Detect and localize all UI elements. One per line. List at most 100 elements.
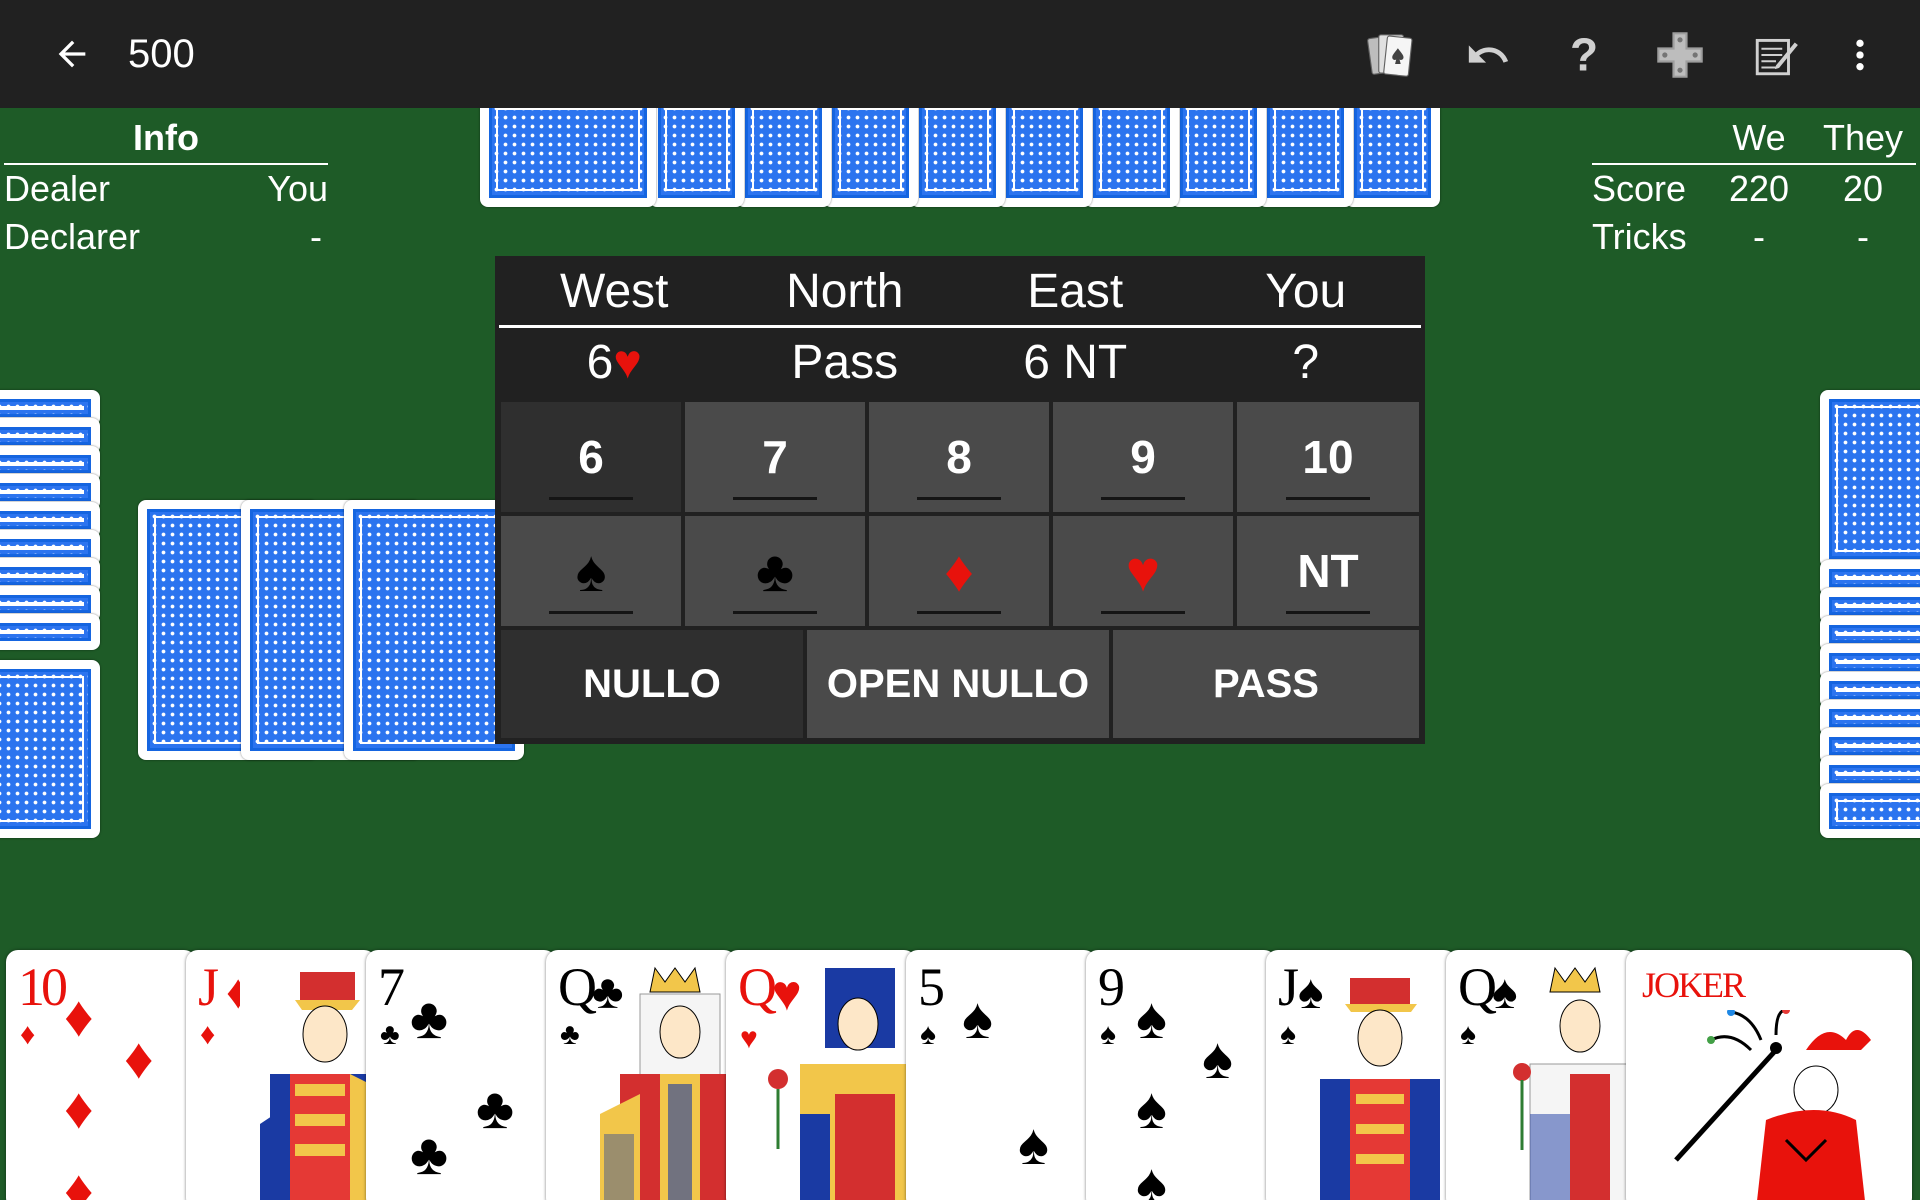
- card-9-spades[interactable]: 9 ♠ ♠ ♠ ♠ ♠: [1086, 950, 1276, 1200]
- club-icon: ♣: [380, 1018, 400, 1051]
- info-label: Declarer: [4, 216, 141, 257]
- pass-button[interactable]: PASS: [1113, 630, 1419, 738]
- spade-icon: ♠: [962, 986, 993, 1051]
- bid-suit-no-trump[interactable]: NT: [1237, 516, 1419, 626]
- app-title: 500: [128, 32, 195, 76]
- cards-icon: [1367, 34, 1413, 77]
- back-button[interactable]: [46, 30, 98, 78]
- bid-suit-spades[interactable]: ♠: [501, 516, 681, 626]
- card-5-spades[interactable]: 5 ♠ ♠ ♠: [906, 950, 1096, 1200]
- cards-button[interactable]: [1362, 27, 1418, 83]
- bid-number-label: 10: [1302, 431, 1354, 483]
- scoresheet-button[interactable]: [1748, 27, 1804, 83]
- jester-icon: [1674, 1010, 1871, 1200]
- spade-icon: ♠: [1136, 1076, 1167, 1141]
- jack-figure-icon: [240, 964, 370, 1200]
- spade-icon: ♠: [920, 1018, 936, 1051]
- bid-suit-clubs[interactable]: ♣: [685, 516, 865, 626]
- bid-number-label: 9: [1130, 431, 1156, 483]
- nullo-button[interactable]: NULLO: [501, 630, 803, 738]
- toolbar: 500 ?: [0, 0, 1920, 108]
- scoresheet-icon: [1755, 38, 1798, 76]
- info-row-declarer: Declarer -: [4, 213, 328, 261]
- info-row-dealer: Dealer You: [4, 165, 328, 213]
- open-nullo-button[interactable]: OPEN NULLO: [807, 630, 1109, 738]
- card-7-clubs[interactable]: 7 ♣ ♣ ♣ ♣: [366, 950, 556, 1200]
- east-bid: 6 NT: [1023, 336, 1128, 389]
- card-back: [1820, 390, 1920, 568]
- bid-number-label: 6: [578, 431, 604, 483]
- score-header: We They: [1592, 115, 1916, 165]
- card-back: [480, 92, 656, 207]
- score-panel: We They Score 220 20 Tricks - -: [1592, 115, 1916, 261]
- info-value: -: [310, 216, 322, 257]
- undo-icon: [1468, 45, 1509, 63]
- card-back: [1171, 92, 1266, 207]
- player-west: West: [560, 265, 669, 318]
- info-header: Info: [4, 115, 328, 165]
- card-rank: 5: [918, 957, 945, 1017]
- bid-number-10[interactable]: 10: [1237, 402, 1419, 512]
- card-queen-spades[interactable]: Q ♠ ♠: [1446, 950, 1636, 1200]
- they-column-header: They: [1822, 117, 1904, 158]
- more-menu-button[interactable]: [1832, 27, 1888, 83]
- card-joker[interactable]: JOKER: [1626, 950, 1912, 1200]
- card-queen-clubs[interactable]: Q ♣ ♣: [546, 950, 736, 1200]
- bid-number-7[interactable]: 7: [685, 402, 865, 512]
- tricks-label: Tricks: [1592, 216, 1687, 257]
- arrow-left-icon: [58, 40, 86, 68]
- diamond-icon: ♦: [20, 1018, 36, 1051]
- dpad-icon: [1657, 32, 1703, 78]
- bidding-panel: West North East You 6♥ Pass 6 NT ? 6 7 8…: [495, 256, 1425, 744]
- card-back: [649, 92, 744, 207]
- card-jack-spades[interactable]: J ♠ ♠: [1266, 950, 1456, 1200]
- west-bid-value: 6: [586, 336, 614, 389]
- card-back: [736, 92, 831, 207]
- bid-number-6[interactable]: 6: [501, 402, 681, 512]
- card-back: [997, 92, 1092, 207]
- tricks-row: Tricks - -: [1592, 213, 1916, 261]
- undo-button[interactable]: [1460, 27, 1516, 83]
- diamond-icon: ♦: [124, 1026, 154, 1091]
- card-rank: 9: [1098, 957, 1125, 1017]
- bid-number-label: 7: [762, 431, 788, 483]
- info-panel: Info Dealer You Declarer -: [4, 115, 328, 261]
- dpad-button[interactable]: [1652, 27, 1708, 83]
- diamond-icon: ♦: [64, 984, 94, 1049]
- diamond-icon: ♦: [944, 538, 974, 604]
- no-trump-label: NT: [1297, 545, 1359, 597]
- we-tricks: -: [1753, 216, 1765, 257]
- help-button[interactable]: ?: [1556, 27, 1612, 83]
- bid-number-label: 8: [946, 431, 972, 483]
- score-row: Score 220 20: [1592, 165, 1916, 213]
- card-rank: 7: [378, 957, 405, 1017]
- card-back: [1820, 784, 1920, 838]
- card-back: [1084, 92, 1179, 207]
- score-label: Score: [1592, 168, 1687, 209]
- player-north: North: [786, 265, 904, 318]
- spade-icon: ♠: [575, 538, 607, 604]
- bid-number-8[interactable]: 8: [869, 402, 1049, 512]
- queen-figure-icon: [1513, 966, 1630, 1200]
- help-icon: ?: [1570, 30, 1598, 80]
- bid-number-9[interactable]: 9: [1053, 402, 1233, 512]
- card-back: [1345, 92, 1440, 207]
- club-icon: ♣: [410, 986, 449, 1051]
- card-back: [823, 92, 918, 207]
- card-queen-hearts[interactable]: Q ♥ ♥: [726, 950, 916, 1200]
- card-10-diamonds[interactable]: 10 ♦ ♦ ♦ ♦ ♦: [6, 950, 196, 1200]
- player-you: You: [1265, 265, 1347, 318]
- bid-suit-diamonds[interactable]: ♦: [869, 516, 1049, 626]
- heart-icon: ♥: [1125, 538, 1161, 604]
- north-bid: Pass: [791, 336, 899, 389]
- info-value: You: [267, 168, 328, 209]
- card-jack-diamonds[interactable]: J ♦ ♦: [186, 950, 376, 1200]
- bid-suit-hearts[interactable]: ♥: [1053, 516, 1233, 626]
- spade-icon: ♠: [1100, 1018, 1116, 1051]
- player-east: East: [1027, 265, 1124, 318]
- west-bid: 6♥: [499, 328, 730, 398]
- club-icon: ♣: [755, 538, 795, 604]
- card-back: [0, 660, 100, 838]
- card-back: [910, 92, 1005, 207]
- info-label: Dealer: [4, 168, 111, 209]
